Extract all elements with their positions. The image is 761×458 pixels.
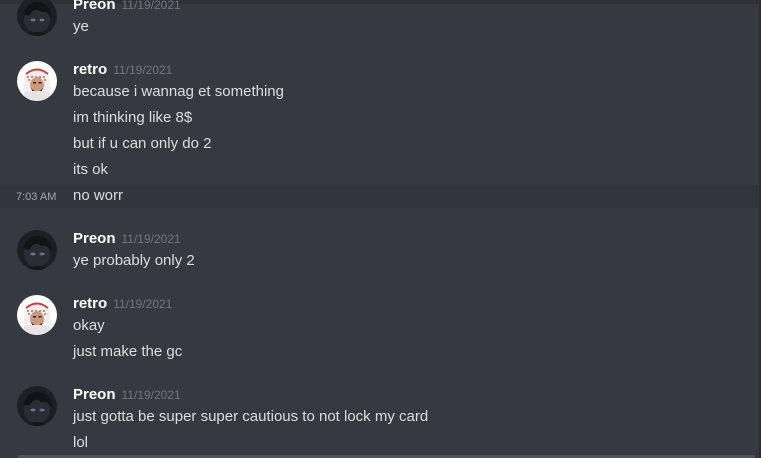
message-text: because i wannag et something — [73, 83, 284, 100]
hover-timestamp: 7:03 AM — [16, 191, 57, 203]
message-text: ye — [73, 18, 89, 35]
username-label[interactable]: Preon — [73, 230, 116, 247]
message-text: its ok — [73, 161, 109, 178]
avatar-preon[interactable] — [17, 386, 57, 426]
username-preon[interactable]: Preon 11/19/2021 — [73, 0, 181, 14]
username-label[interactable]: Preon — [73, 0, 116, 13]
username-label[interactable]: retro — [73, 61, 107, 78]
avatar-preon[interactable] — [17, 230, 57, 270]
avatar-retro[interactable] — [17, 61, 57, 101]
message-timestamp: 11/19/2021 — [121, 232, 181, 246]
avatar-preon[interactable] — [17, 0, 57, 36]
avatar-retro[interactable] — [17, 295, 57, 335]
message-timestamp: 11/19/2021 — [113, 297, 173, 311]
message-text: just gotta be super super cautious to no… — [73, 408, 429, 425]
message-timestamp: 11/19/2021 — [113, 63, 173, 77]
username-preon[interactable]: Preon 11/19/2021 — [73, 230, 181, 248]
username-retro[interactable]: retro 11/19/2021 — [73, 295, 172, 313]
message-text: just make the gc — [73, 343, 183, 360]
message-timestamp: 11/19/2021 — [121, 388, 181, 402]
message-text: lol — [73, 434, 89, 451]
username-retro[interactable]: retro 11/19/2021 — [73, 61, 172, 79]
username-label[interactable]: retro — [73, 295, 107, 312]
message-timestamp: 11/19/2021 — [121, 0, 181, 12]
message-text: no worr — [73, 187, 124, 204]
message-text: okay — [73, 317, 105, 334]
message-text: im thinking like 8$ — [73, 109, 193, 126]
message-text: ye probably only 2 — [73, 252, 195, 269]
username-label[interactable]: Preon — [73, 386, 116, 403]
username-preon[interactable]: Preon 11/19/2021 — [73, 386, 181, 404]
chat-message-list[interactable]: Preon 11/19/2021 ye retro 11/19/2021 becau… — [0, 0, 761, 458]
message-text: but if u can only do 2 — [73, 135, 212, 152]
